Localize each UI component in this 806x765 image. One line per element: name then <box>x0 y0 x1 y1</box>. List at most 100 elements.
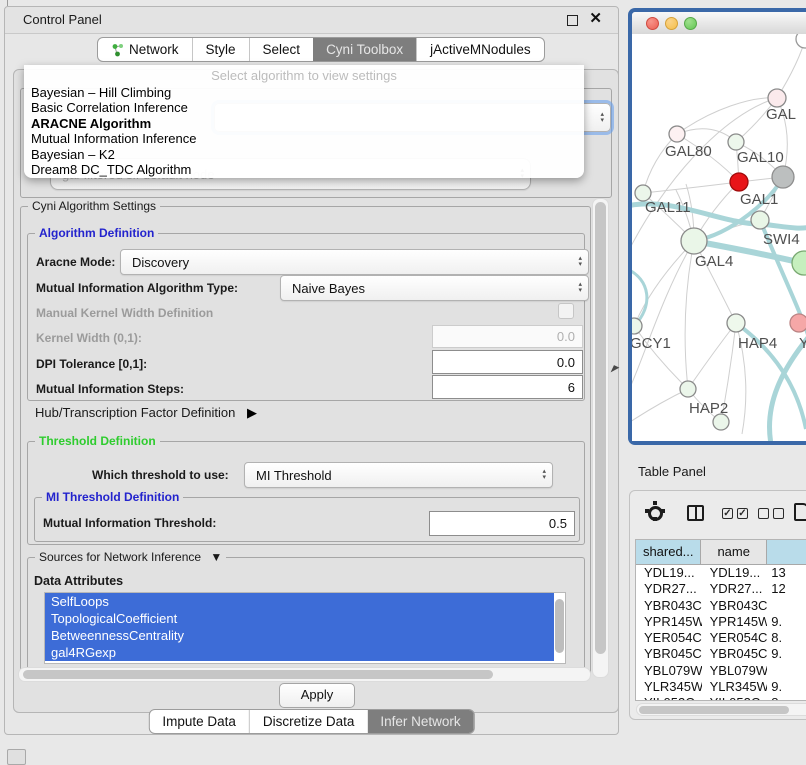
columns-icon[interactable] <box>687 505 704 521</box>
table-row[interactable]: YDL19...YDL19...13 <box>636 565 806 581</box>
column-header[interactable] <box>767 540 806 565</box>
network-node[interactable] <box>669 126 685 142</box>
checked-box-icon[interactable]: ✓ <box>722 508 733 519</box>
network-node[interactable] <box>727 314 745 332</box>
algorithm-option[interactable]: Dream8 DC_TDC Algorithm <box>24 162 584 177</box>
table-cell: 8. <box>767 695 806 701</box>
tab-infer-network[interactable]: Infer Network <box>367 710 473 733</box>
network-node[interactable] <box>796 34 806 48</box>
checked-box-icon[interactable]: ✓ <box>737 508 748 519</box>
node-label: GAL <box>766 106 796 123</box>
network-node[interactable] <box>792 251 806 275</box>
network-node[interactable] <box>730 173 748 191</box>
control-panel-titlebar[interactable]: Control Panel ✕ <box>5 7 618 34</box>
tab-select[interactable]: Select <box>249 38 314 61</box>
mi-threshold-label: Mutual Information Threshold: <box>43 516 216 530</box>
mi-steps-input[interactable]: 6 <box>432 375 583 399</box>
table-cell: YIL052C <box>636 695 702 701</box>
mac-close-icon[interactable] <box>646 17 659 30</box>
cyni-toolbox-panel: ▴▾ gal-filtered sif default node ▴▾ Sele… <box>13 69 619 713</box>
combo-arrows-icon: ▴▾ <box>542 469 546 481</box>
aracne-mode-combobox[interactable]: Discovery ▴▾ <box>120 249 589 275</box>
tab-impute-data[interactable]: Impute Data <box>149 710 249 733</box>
hub-definition-expander[interactable]: Hub/Transcription Factor Definition ▶ <box>35 405 257 421</box>
mac-minimize-icon[interactable] <box>665 17 678 30</box>
attribute-item[interactable]: TopologicalCoefficient <box>45 610 554 627</box>
document-icon[interactable] <box>794 503 806 521</box>
algorithm-option[interactable]: Mutual Information Inference <box>24 131 584 146</box>
table-cell: 13 <box>767 565 806 581</box>
settings-vertical-scrollbar[interactable] <box>592 198 609 678</box>
algorithm-option[interactable]: Bayesian – Hill Climbing <box>24 85 584 100</box>
kernel-width-input[interactable]: 0.0 <box>432 325 583 348</box>
node-label: GAL4 <box>695 253 733 270</box>
apply-button[interactable]: Apply <box>279 683 355 708</box>
which-threshold-combobox[interactable]: MI Threshold ▴▾ <box>244 462 553 488</box>
column-header[interactable]: shared... <box>636 540 701 565</box>
algorithm-option[interactable]: ARACNE Algorithm <box>24 116 584 131</box>
tab-jactivemnodules[interactable]: jActiveMNodules <box>416 38 544 61</box>
table-row[interactable]: YBL079WYBL079W <box>636 663 806 679</box>
unchecked-box-icon[interactable] <box>758 508 769 519</box>
tab-cyni-toolbox[interactable]: Cyni Toolbox <box>313 38 416 61</box>
close-icon[interactable]: ✕ <box>589 9 602 27</box>
expander-arrow-icon: ▶ <box>247 405 257 421</box>
table-horizontal-scrollbar[interactable] <box>636 703 806 716</box>
corner-grip[interactable] <box>7 749 26 765</box>
network-graph: GALGAL80GAL10GAL1GAL11SWI4GAL4GCY1HAP4YH… <box>632 34 806 441</box>
attribute-item[interactable]: SelfLoops <box>45 593 554 610</box>
mi-type-combobox[interactable]: Naive Bayes ▴▾ <box>280 275 589 301</box>
network-canvas[interactable]: GALGAL80GAL10GAL1GAL11SWI4GAL4GCY1HAP4YH… <box>632 34 806 441</box>
attribute-item[interactable]: gal4RGexp <box>45 644 554 661</box>
float-window-icon[interactable] <box>567 15 578 26</box>
network-node[interactable] <box>772 166 794 188</box>
attribute-item[interactable]: BetweennessCentrality <box>45 627 554 644</box>
algorithm-dropdown-popup: Select algorithm to view settings Bayesi… <box>24 65 584 178</box>
table-row[interactable]: YDR27...YDR27...12 <box>636 581 806 597</box>
table-row[interactable]: YLR345WYLR345W9. <box>636 679 806 695</box>
network-node[interactable] <box>680 381 696 397</box>
mi-threshold-group: MI Threshold Definition Mutual Informati… <box>34 497 580 542</box>
network-node[interactable] <box>751 211 769 229</box>
network-node[interactable] <box>681 228 707 254</box>
tab-discretize-data[interactable]: Discretize Data <box>249 710 368 733</box>
group-title: Algorithm Definition <box>35 226 158 240</box>
table-row[interactable]: YBR043CYBR043C <box>636 598 806 614</box>
table-cell: YPR145W <box>702 614 768 630</box>
network-node[interactable] <box>790 314 806 332</box>
table-row[interactable]: YER054CYER054C8. <box>636 630 806 646</box>
combo-arrows-icon: ▴▾ <box>600 112 604 124</box>
threshold-definition-group: Threshold Definition Which threshold to … <box>27 441 585 545</box>
column-header[interactable]: name <box>701 540 766 565</box>
sources-expander[interactable]: Sources for Network Inference ▼ <box>35 550 226 564</box>
network-node[interactable] <box>768 89 786 107</box>
data-attributes-list[interactable]: SelfLoopsTopologicalCoefficientBetweenne… <box>44 592 566 664</box>
network-node[interactable] <box>632 318 642 334</box>
list-scrollbar[interactable] <box>555 597 564 655</box>
table-body[interactable]: YDL19...YDL19...13YDR27...YDR27...12YBR0… <box>636 565 806 701</box>
network-window-titlebar[interactable] <box>632 12 806 35</box>
expander-down-icon: ▼ <box>210 550 222 564</box>
control-panel-window: Control Panel ✕ Network Style Select Cyn… <box>4 6 619 735</box>
table-row[interactable]: YIL052CYIL052C8. <box>636 695 806 701</box>
tab-network[interactable]: Network <box>98 38 192 61</box>
table-panel: ✓ ✓ shared...name YDL19...YDL19...13YDR2… <box>629 490 806 720</box>
settings-horizontal-scrollbar[interactable] <box>18 667 591 682</box>
table-row[interactable]: YBR045CYBR045C9. <box>636 646 806 662</box>
mac-zoom-icon[interactable] <box>684 17 697 30</box>
table-row[interactable]: YPR145WYPR145W9. <box>636 614 806 630</box>
algorithm-option[interactable]: Bayesian – K2 <box>24 147 584 162</box>
dpi-tolerance-input[interactable]: 0.0 <box>432 350 583 374</box>
table-header-row[interactable]: shared...name <box>636 540 806 565</box>
combo-arrows-icon: ▴▾ <box>578 282 582 294</box>
node-label: GCY1 <box>632 335 671 352</box>
mi-threshold-input[interactable]: 0.5 <box>429 511 575 536</box>
algorithm-option[interactable]: Basic Correlation Inference <box>24 100 584 115</box>
manual-kernel-checkbox[interactable] <box>558 303 574 319</box>
cyni-algorithm-settings-group: Cyni Algorithm Settings Algorithm Defini… <box>20 206 591 675</box>
tab-style[interactable]: Style <box>192 38 249 61</box>
node-table[interactable]: shared...name YDL19...YDL19...13YDR27...… <box>635 539 806 701</box>
node-label: HAP4 <box>738 335 777 352</box>
unchecked-box-icon[interactable] <box>773 508 784 519</box>
network-node[interactable] <box>728 134 744 150</box>
